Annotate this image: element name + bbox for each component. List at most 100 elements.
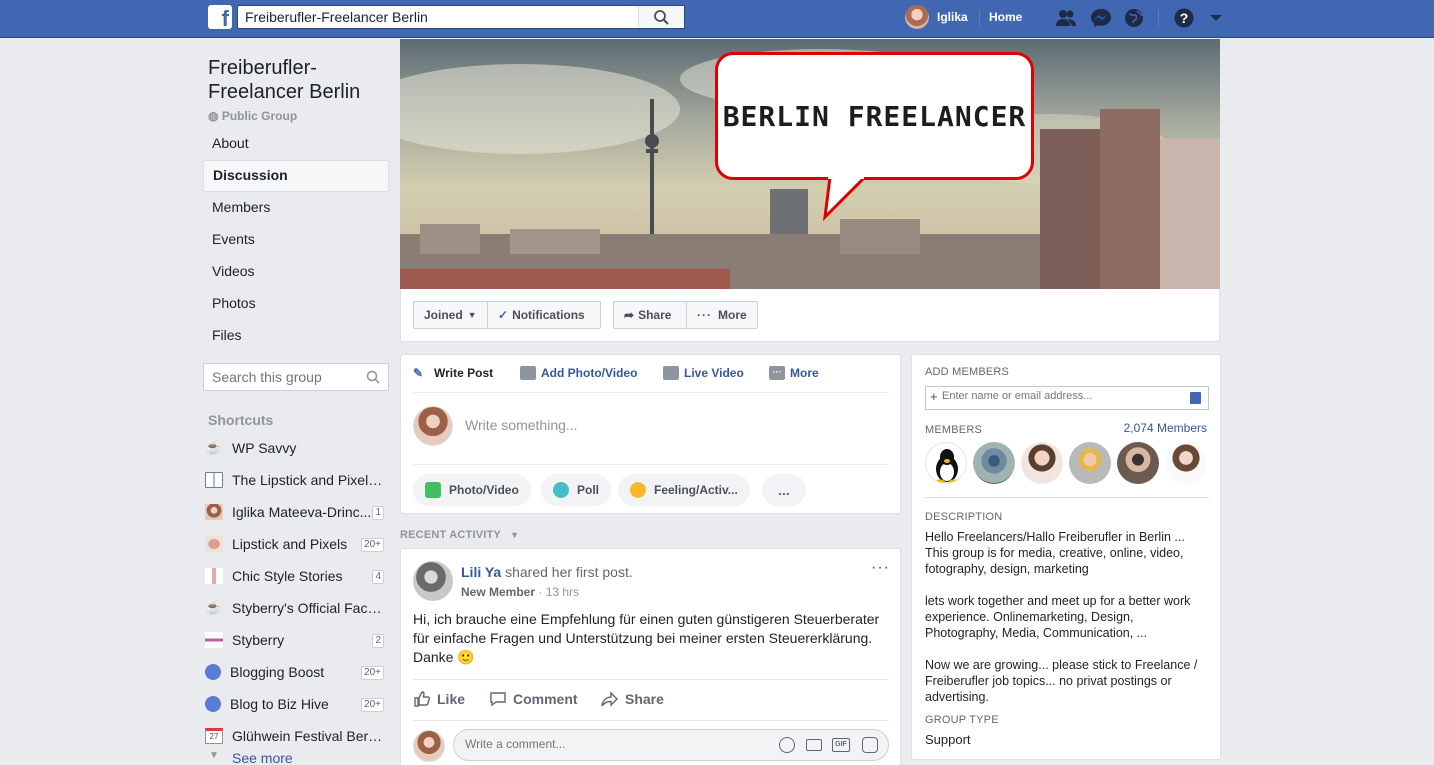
post-header: Lili Ya shared her first post. <box>461 564 633 580</box>
thumbs-up-icon <box>414 691 430 707</box>
camera-icon[interactable] <box>806 739 822 751</box>
group-title[interactable]: Freiberufler-Freelancer Berlin <box>208 56 388 104</box>
messenger-icon[interactable] <box>1090 8 1112 28</box>
shortcut-item[interactable]: Blog to Biz Hive 20+ <box>205 688 389 720</box>
nav-photos[interactable]: Photos <box>203 288 389 320</box>
top-navigation-bar: f Iglika Home ? <box>0 0 1434 38</box>
member-role-badge: New Member <box>461 585 536 599</box>
member-avatar[interactable] <box>1021 442 1063 484</box>
see-more-label: See more <box>232 750 293 765</box>
comment-label: Comment <box>513 691 578 707</box>
notifications-globe-icon[interactable] <box>1123 8 1145 28</box>
emoji-icon[interactable] <box>779 737 795 753</box>
tab-label: Write Post <box>434 366 494 380</box>
group-search-input[interactable] <box>204 364 354 390</box>
photo-video-button[interactable]: Photo/Video <box>413 474 531 506</box>
address-book-icon[interactable] <box>1190 392 1201 404</box>
chevron-down-icon: ▼ <box>209 750 219 761</box>
shortcut-label: WP Savvy <box>232 440 297 456</box>
shortcut-item[interactable]: The Lipstick and Pixels ... <box>205 464 389 496</box>
facebook-logo[interactable]: f <box>208 5 232 29</box>
lips-icon <box>205 536 223 552</box>
member-avatar[interactable] <box>973 442 1015 484</box>
more-options-button[interactable]: ... <box>762 474 806 506</box>
member-avatar[interactable] <box>925 442 967 484</box>
comment-composer: GIF <box>413 729 889 763</box>
nav-events[interactable]: Events <box>203 224 389 256</box>
global-search-input[interactable] <box>238 6 638 28</box>
help-icon[interactable]: ? <box>1173 8 1195 28</box>
nav-discussion[interactable]: Discussion <box>203 160 389 192</box>
avatar[interactable] <box>413 561 453 601</box>
members-count-link[interactable]: 2,074 Members <box>1124 421 1207 435</box>
divider <box>413 464 889 465</box>
share-label: Share <box>638 308 672 322</box>
tab-live-video[interactable]: Live Video <box>663 363 744 383</box>
write-something-input[interactable]: Write something... <box>465 417 578 433</box>
pill-label: Poll <box>577 483 600 497</box>
recent-activity-sort[interactable]: RECENT ACTIVITY ▼ <box>400 529 519 541</box>
group-cover-photo[interactable]: BERLIN FREELANCER <box>400 39 1220 289</box>
search-button[interactable] <box>638 6 684 28</box>
svg-text:?: ? <box>1180 10 1189 26</box>
member-avatar[interactable] <box>1117 442 1159 484</box>
group-icon <box>205 696 221 712</box>
feeling-activity-button[interactable]: Feeling/Activ... <box>618 474 750 506</box>
add-members-input[interactable] <box>942 390 1182 402</box>
post-timestamp[interactable]: · 13 hrs <box>535 585 579 599</box>
nav-members[interactable]: Members <box>203 192 389 224</box>
notifications-button[interactable]: ✓ Notifications <box>487 301 601 329</box>
shortcut-item[interactable]: Iglika Mateeva-Drinc... 1 <box>205 496 389 528</box>
account-menu-chevron-down-icon[interactable] <box>1205 8 1227 28</box>
post-action-bar: Like Comment Share <box>413 679 889 721</box>
description-heading: DESCRIPTION <box>925 511 1003 523</box>
share-button[interactable]: ➦ Share <box>613 301 687 329</box>
shortcut-item[interactable]: 27 Glühwein Festival Berli... <box>205 720 389 752</box>
tab-add-photo-video[interactable]: Add Photo/Video <box>520 363 637 383</box>
post-options-button[interactable]: ··· <box>871 559 890 577</box>
profile-link[interactable]: Iglika <box>905 5 968 29</box>
avatar <box>413 730 445 762</box>
friend-requests-icon[interactable] <box>1055 8 1077 28</box>
search-icon <box>654 10 669 25</box>
tab-write-post[interactable]: ✎ Write Post <box>413 363 493 383</box>
tab-more[interactable]: ··· More <box>769 363 819 383</box>
like-button[interactable]: Like <box>413 690 465 708</box>
share-arrow-icon: ➦ <box>624 308 635 322</box>
shortcut-item[interactable]: Lipstick and Pixels 20+ <box>205 528 389 560</box>
comment-icon <box>490 692 506 707</box>
post-meta: New Member · 13 hrs <box>461 585 579 599</box>
search-icon[interactable] <box>366 370 380 384</box>
nav-about[interactable]: About <box>203 128 389 160</box>
post-author-link[interactable]: Lili Ya <box>461 564 501 580</box>
shortcut-item[interactable]: ☕ WP Savvy <box>205 432 389 464</box>
more-button[interactable]: ··· More <box>686 301 758 329</box>
shortcut-item[interactable]: Chic Style Stories 4 <box>205 560 389 592</box>
joined-button[interactable]: Joined ▼ <box>413 301 488 329</box>
count-badge: 20+ <box>361 698 384 712</box>
share-button[interactable]: Share <box>601 690 664 708</box>
notifications-label: Notifications <box>512 308 585 322</box>
add-members-field: + <box>925 386 1209 410</box>
joined-label: Joined <box>424 308 463 322</box>
shortcut-item[interactable]: ☕ Styberry's Official Face... <box>205 592 389 624</box>
group-navigation: About Discussion Members Events Videos P… <box>203 128 389 352</box>
divider <box>925 497 1209 498</box>
nav-files[interactable]: Files <box>203 320 389 352</box>
sticker-icon[interactable] <box>862 737 878 753</box>
comment-button[interactable]: Comment <box>489 690 578 708</box>
see-more-link[interactable]: ▼ See more <box>205 750 389 765</box>
add-members-heading: ADD MEMBERS <box>925 366 1010 378</box>
pill-label: Photo/Video <box>449 483 519 497</box>
comment-input[interactable] <box>465 737 765 751</box>
member-avatar[interactable] <box>1069 442 1111 484</box>
home-link[interactable]: Home <box>989 10 1022 24</box>
member-avatar[interactable] <box>1165 442 1207 484</box>
shortcut-label: Blog to Biz Hive <box>230 696 329 712</box>
gif-icon[interactable]: GIF <box>832 738 850 752</box>
shortcut-item[interactable]: Blogging Boost 20+ <box>205 656 389 688</box>
nav-videos[interactable]: Videos <box>203 256 389 288</box>
global-search <box>237 5 685 29</box>
poll-button[interactable]: Poll <box>541 474 612 506</box>
shortcut-item[interactable]: Styberry 2 <box>205 624 389 656</box>
